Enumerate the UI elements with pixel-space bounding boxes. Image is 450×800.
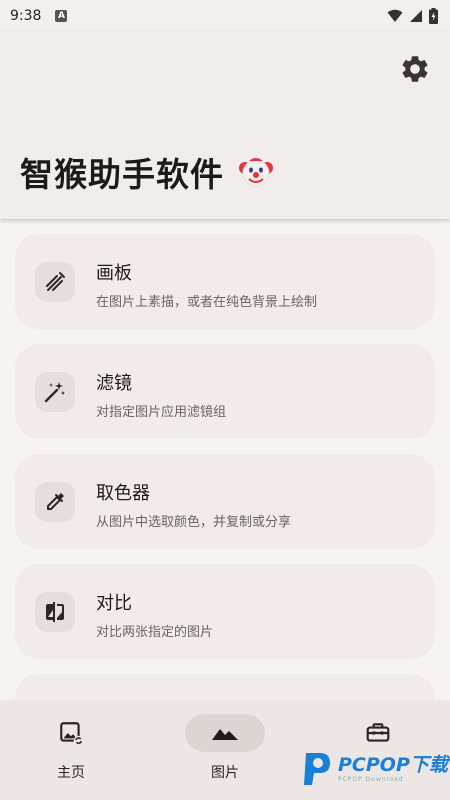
image-sync-icon bbox=[60, 722, 84, 746]
watermark-sub: PCPOP Download bbox=[338, 775, 404, 783]
tool-description: 对比两张指定的图片 bbox=[96, 625, 214, 640]
a-letter-icon: A bbox=[55, 10, 68, 22]
watermark-main: PCPOP下载 bbox=[338, 753, 448, 776]
signal-icon bbox=[410, 10, 422, 22]
tool-description: 在图片上素描，或者在纯色背景上绘制 bbox=[96, 295, 318, 310]
nav-label: 主页 bbox=[57, 765, 85, 781]
nav-item-images[interactable]: 图片 bbox=[165, 712, 285, 782]
tool-icon-box bbox=[35, 372, 75, 412]
status-time: 9:38 bbox=[10, 8, 42, 24]
toolbox-icon bbox=[366, 723, 390, 742]
gear-icon bbox=[402, 56, 428, 82]
tool-card-color-picker[interactable]: 取色器 从图片中选取颜色，并复制或分享 bbox=[15, 454, 435, 549]
tool-title: 滤镜 bbox=[96, 373, 132, 394]
tool-card-draw[interactable]: 画板 在图片上素描，或者在纯色背景上绘制 bbox=[15, 234, 435, 329]
eyedropper-icon bbox=[47, 493, 64, 510]
battery-charging-icon bbox=[429, 8, 438, 24]
tool-title: 取色器 bbox=[96, 483, 150, 504]
nav-pill-active bbox=[185, 714, 265, 752]
status-left: 9:38 A bbox=[10, 8, 68, 24]
page-title: 智猴助手软件 bbox=[20, 155, 224, 194]
tool-icon-box bbox=[35, 482, 75, 522]
tool-description: 对指定图片应用滤镜组 bbox=[96, 405, 227, 420]
nav-item-home[interactable]: 主页 bbox=[11, 712, 131, 782]
pcpop-logo-icon bbox=[304, 753, 330, 785]
tool-title: 画板 bbox=[96, 263, 132, 284]
title-row: 智猴助手软件 bbox=[20, 148, 274, 196]
settings-button[interactable] bbox=[398, 52, 432, 86]
clown-face-icon bbox=[239, 158, 273, 187]
compare-icon bbox=[46, 602, 64, 622]
watermark-text: PCPOP下载 PCPOP Download bbox=[338, 753, 448, 783]
status-bar: 9:38 A bbox=[0, 0, 450, 32]
wifi-icon bbox=[387, 9, 403, 22]
mountain-icon bbox=[212, 729, 238, 740]
draw-icon bbox=[46, 272, 65, 291]
tool-title: 对比 bbox=[96, 593, 132, 614]
pcpop-watermark: PCPOP下载 PCPOP Download bbox=[300, 744, 450, 794]
tool-card-filter[interactable]: 滤镜 对指定图片应用滤镜组 bbox=[15, 344, 435, 439]
tool-card-compare[interactable]: 对比 对比两张指定的图片 bbox=[15, 564, 435, 659]
tool-icon-box bbox=[35, 262, 75, 302]
magic-wand-icon bbox=[44, 382, 65, 403]
tool-description: 从图片中选取颜色，并复制或分享 bbox=[96, 515, 292, 530]
nav-label: 图片 bbox=[211, 765, 239, 781]
tool-card-partial[interactable] bbox=[15, 674, 435, 700]
tools-list: 画板 在图片上素描，或者在纯色背景上绘制 滤镜 对指定图片应用滤镜组 取色器 从… bbox=[0, 219, 450, 700]
tool-icon-box bbox=[35, 592, 75, 632]
nav-pill bbox=[31, 714, 111, 752]
app-header: 智猴助手软件 bbox=[0, 32, 450, 219]
status-right bbox=[387, 8, 438, 24]
